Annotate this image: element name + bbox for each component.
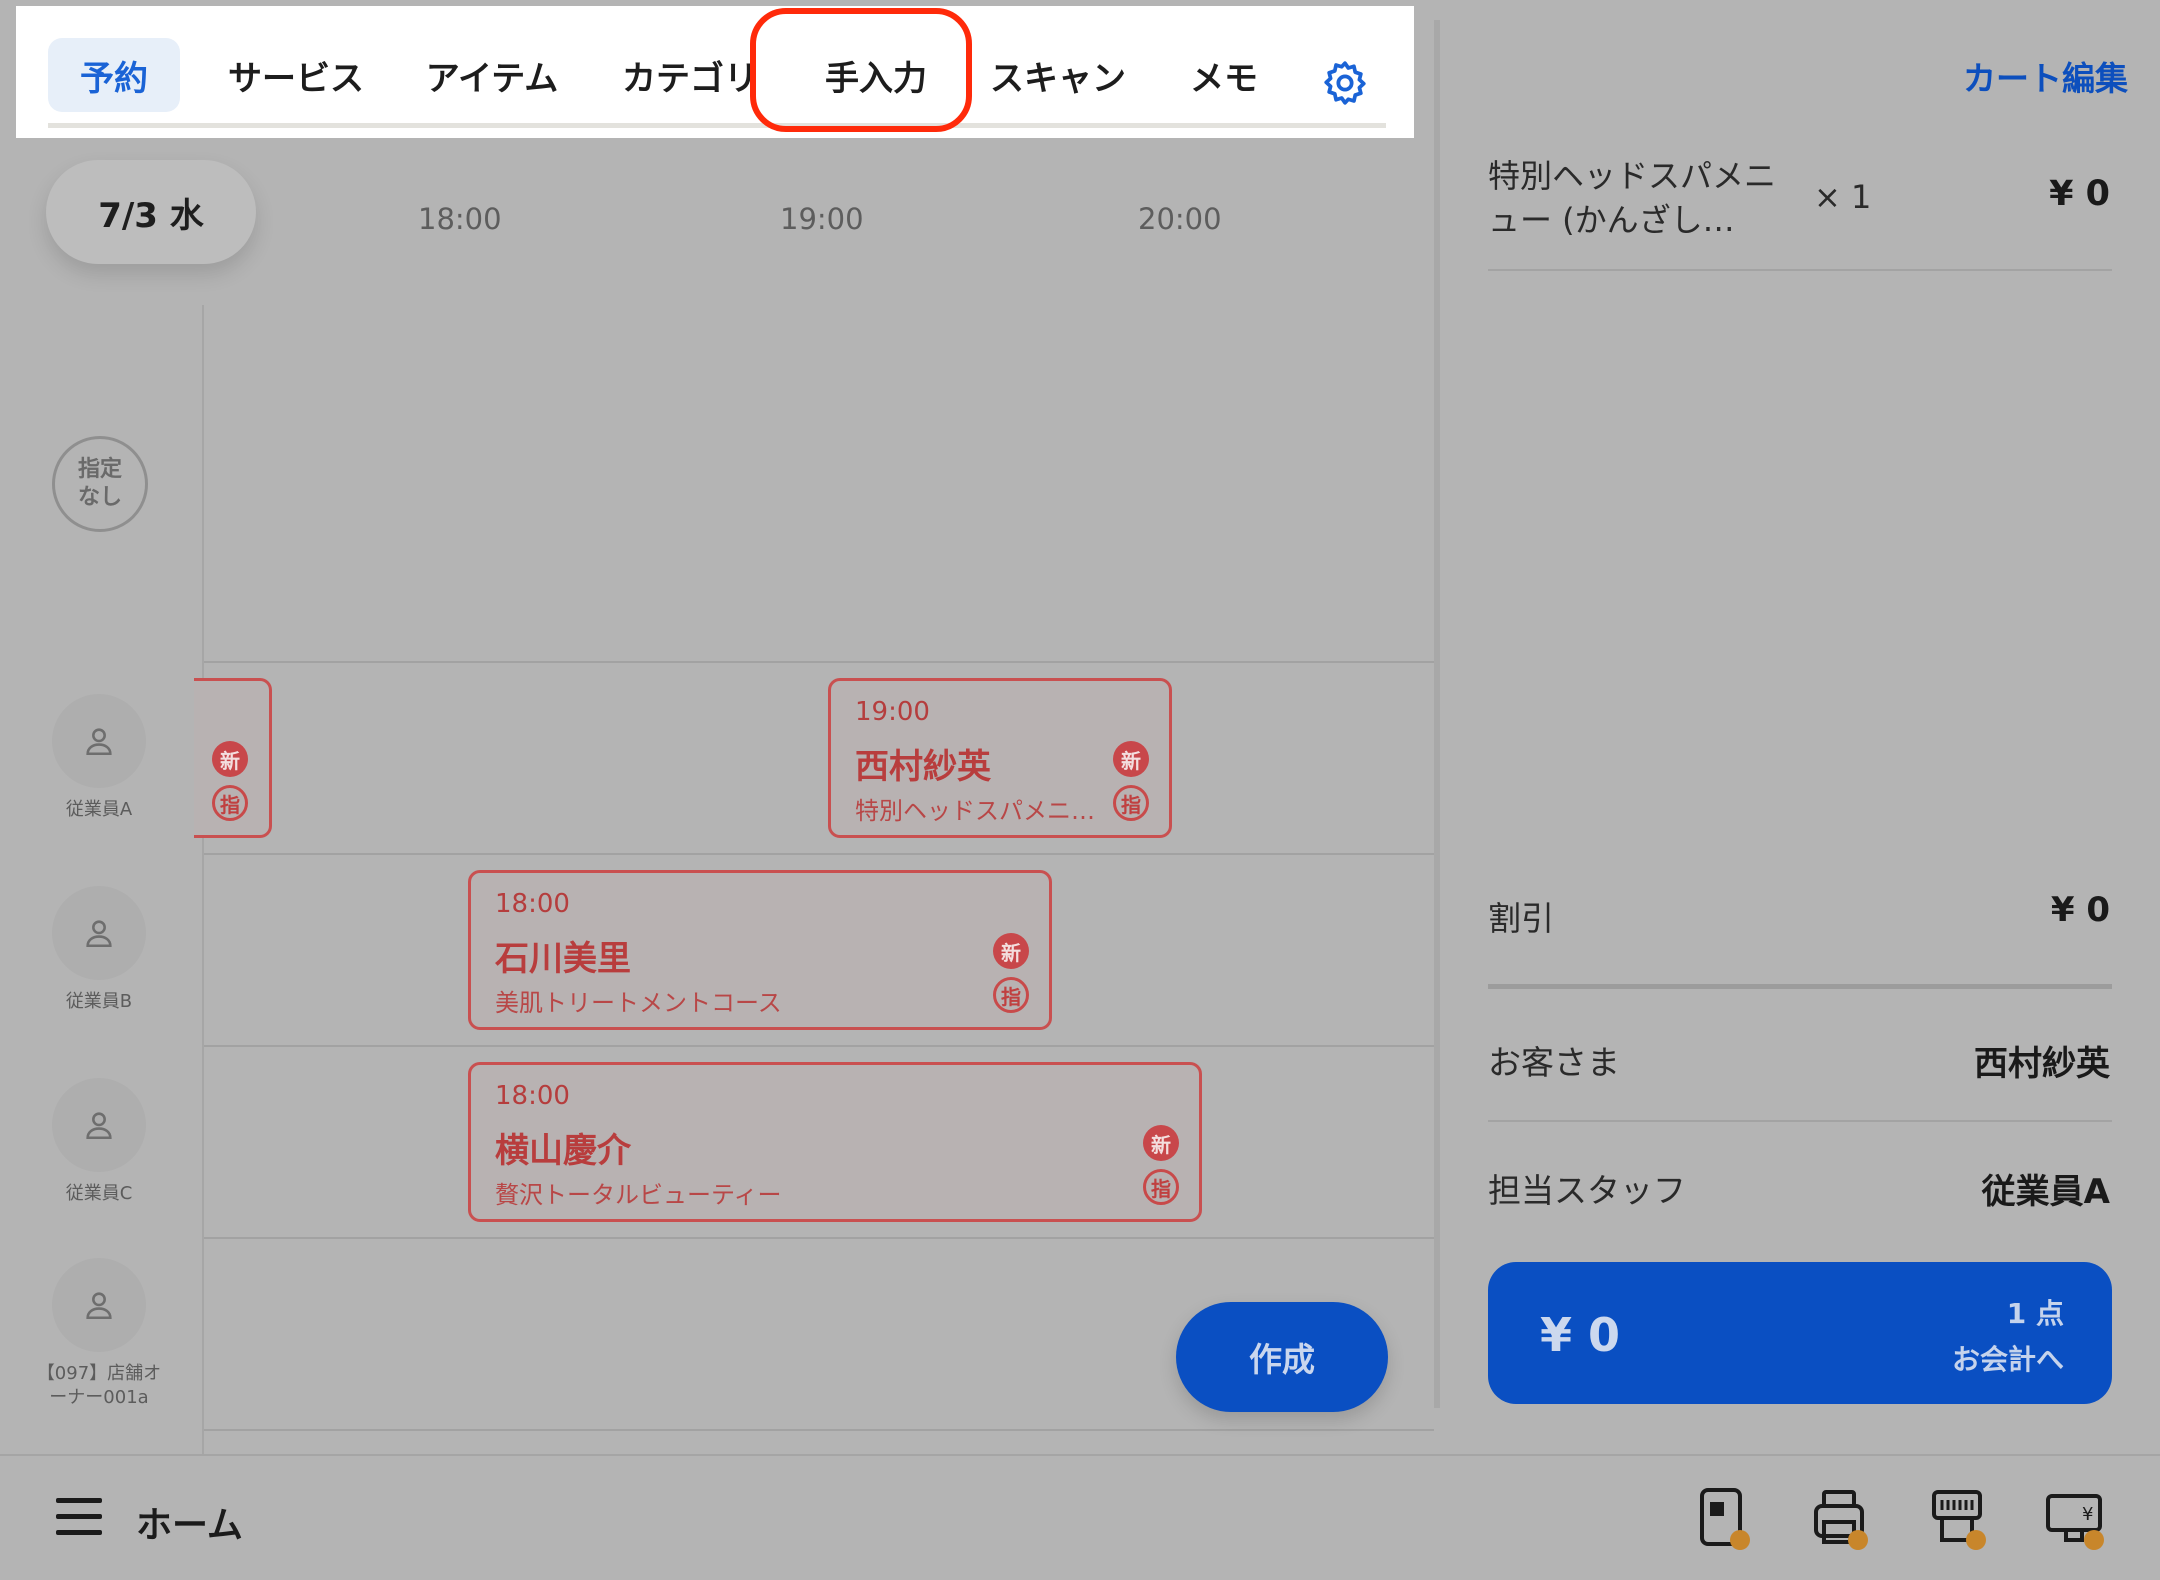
avatar[interactable] bbox=[52, 694, 146, 788]
cart-divider bbox=[1488, 269, 2112, 271]
create-button[interactable]: 作成 bbox=[1176, 1302, 1388, 1412]
staff-name-line: 【097】店舗オ bbox=[36, 1363, 162, 1384]
row-divider bbox=[204, 661, 1434, 663]
unassigned-label-1: 指定 bbox=[77, 457, 122, 482]
row-divider bbox=[204, 1429, 1434, 1431]
barcode-printer-icon[interactable] bbox=[1928, 1486, 1994, 1552]
hamburger-menu-icon[interactable] bbox=[56, 1496, 104, 1536]
unassigned-staff[interactable]: 指定 なし bbox=[52, 436, 148, 532]
discount-value[interactable]: ¥ 0 bbox=[2051, 890, 2110, 930]
checkout-button[interactable]: ¥ 0 1 点 お会計へ bbox=[1488, 1262, 2112, 1404]
tab-memo[interactable]: メモ bbox=[1156, 38, 1292, 112]
appointment-customer: 横山慶介 bbox=[495, 1131, 631, 1171]
cart-item-name[interactable]: 特別ヘッドスパメニュー (かんざし… bbox=[1488, 154, 1788, 242]
appointment-time: 18:00 bbox=[495, 889, 570, 919]
staff-name: 従業員B bbox=[65, 991, 133, 1012]
appointment-time: 19:00 bbox=[855, 697, 930, 727]
new-badge: 新 bbox=[1113, 741, 1149, 777]
appointment-card[interactable]: 19:00 西村紗英 特別ヘッドスパメニ… 新 指 bbox=[828, 678, 1172, 838]
gear-icon[interactable] bbox=[1320, 58, 1370, 108]
staff-column-divider bbox=[202, 305, 204, 1455]
row-divider bbox=[204, 1237, 1434, 1239]
staff-name: 従業員A bbox=[65, 799, 133, 820]
card-reader-icon[interactable] bbox=[1694, 1486, 1760, 1552]
cart-divider bbox=[1488, 1120, 2112, 1122]
date-selector[interactable]: 7/3 水 bbox=[46, 160, 256, 264]
receipt-printer-icon[interactable] bbox=[1810, 1486, 1876, 1552]
avatar[interactable] bbox=[52, 1258, 146, 1352]
appointment-card-partial[interactable]: 新 指 bbox=[194, 678, 272, 838]
customer-value[interactable]: 西村紗英 bbox=[1974, 1036, 2110, 1085]
svg-text:¥: ¥ bbox=[2082, 1504, 2093, 1525]
new-badge: 新 bbox=[993, 933, 1029, 969]
appointment-menu: 特別ヘッドスパメニ… bbox=[855, 797, 1095, 825]
appointment-customer: 西村紗英 bbox=[855, 747, 991, 787]
designated-badge: 指 bbox=[1143, 1169, 1179, 1205]
time-label-19: 19:00 bbox=[780, 202, 864, 236]
cart-item-quantity: × 1 bbox=[1814, 178, 1872, 216]
tab-underline bbox=[48, 123, 1386, 128]
designated-badge: 指 bbox=[1113, 785, 1149, 821]
time-label-20: 20:00 bbox=[1138, 202, 1222, 236]
person-icon bbox=[86, 1112, 112, 1140]
cart-edit-button[interactable]: カート編集 bbox=[1963, 52, 2128, 100]
tab-scan[interactable]: スキャン bbox=[968, 38, 1148, 112]
designated-badge: 指 bbox=[212, 785, 248, 821]
top-tab-bar: 予約 サービス アイテム カテゴリ 手入力 スキャン メモ bbox=[16, 6, 1414, 138]
checkout-label: お会計へ bbox=[1951, 1343, 2064, 1376]
appointment-menu: 贅沢トータルビューティー bbox=[495, 1181, 782, 1209]
discount-label: 割引 bbox=[1488, 899, 1554, 938]
designated-badge: 指 bbox=[993, 977, 1029, 1013]
checkout-total: ¥ 0 bbox=[1540, 1308, 1621, 1362]
panel-divider bbox=[1434, 20, 1440, 1408]
unassigned-label-2: なし bbox=[77, 485, 122, 510]
staff-value[interactable]: 従業員A bbox=[1982, 1164, 2110, 1213]
avatar[interactable] bbox=[52, 1078, 146, 1172]
appointment-card[interactable]: 18:00 横山慶介 贅沢トータルビューティー 新 指 bbox=[468, 1062, 1202, 1222]
cart-divider bbox=[1488, 984, 2112, 989]
staff-label: 担当スタッフ bbox=[1488, 1171, 1686, 1210]
tab-reservation[interactable]: 予約 bbox=[48, 38, 180, 112]
person-icon bbox=[86, 920, 112, 948]
person-icon bbox=[86, 1292, 112, 1320]
appointment-menu: 美肌トリートメントコース bbox=[495, 989, 782, 1017]
time-label-18: 18:00 bbox=[418, 202, 502, 236]
appointment-card[interactable]: 18:00 石川美里 美肌トリートメントコース 新 指 bbox=[468, 870, 1052, 1030]
person-icon bbox=[86, 728, 112, 756]
appointment-customer: 石川美里 bbox=[495, 939, 631, 979]
staff-name-line: ーナー001a bbox=[49, 1387, 149, 1408]
row-divider bbox=[204, 853, 1434, 855]
new-badge: 新 bbox=[1143, 1125, 1179, 1161]
checkout-count: 1 点 bbox=[2006, 1297, 2064, 1330]
staff-name: 従業員C bbox=[65, 1183, 133, 1204]
home-label[interactable]: ホーム bbox=[136, 1496, 243, 1548]
tab-service[interactable]: サービス bbox=[206, 38, 386, 112]
row-divider bbox=[204, 1045, 1434, 1047]
highlight-ring bbox=[750, 8, 972, 132]
customer-label: お客さま bbox=[1488, 1043, 1620, 1082]
avatar[interactable] bbox=[52, 886, 146, 980]
new-badge: 新 bbox=[212, 741, 248, 777]
staff-name: 【097】店舗オ ーナー001a bbox=[19, 1362, 179, 1410]
appointment-time: 18:00 bbox=[495, 1081, 570, 1111]
tab-item[interactable]: アイテム bbox=[402, 38, 582, 112]
customer-display-icon[interactable]: ¥ bbox=[2044, 1486, 2110, 1552]
cart-item-price: ¥ 0 bbox=[2049, 174, 2110, 214]
